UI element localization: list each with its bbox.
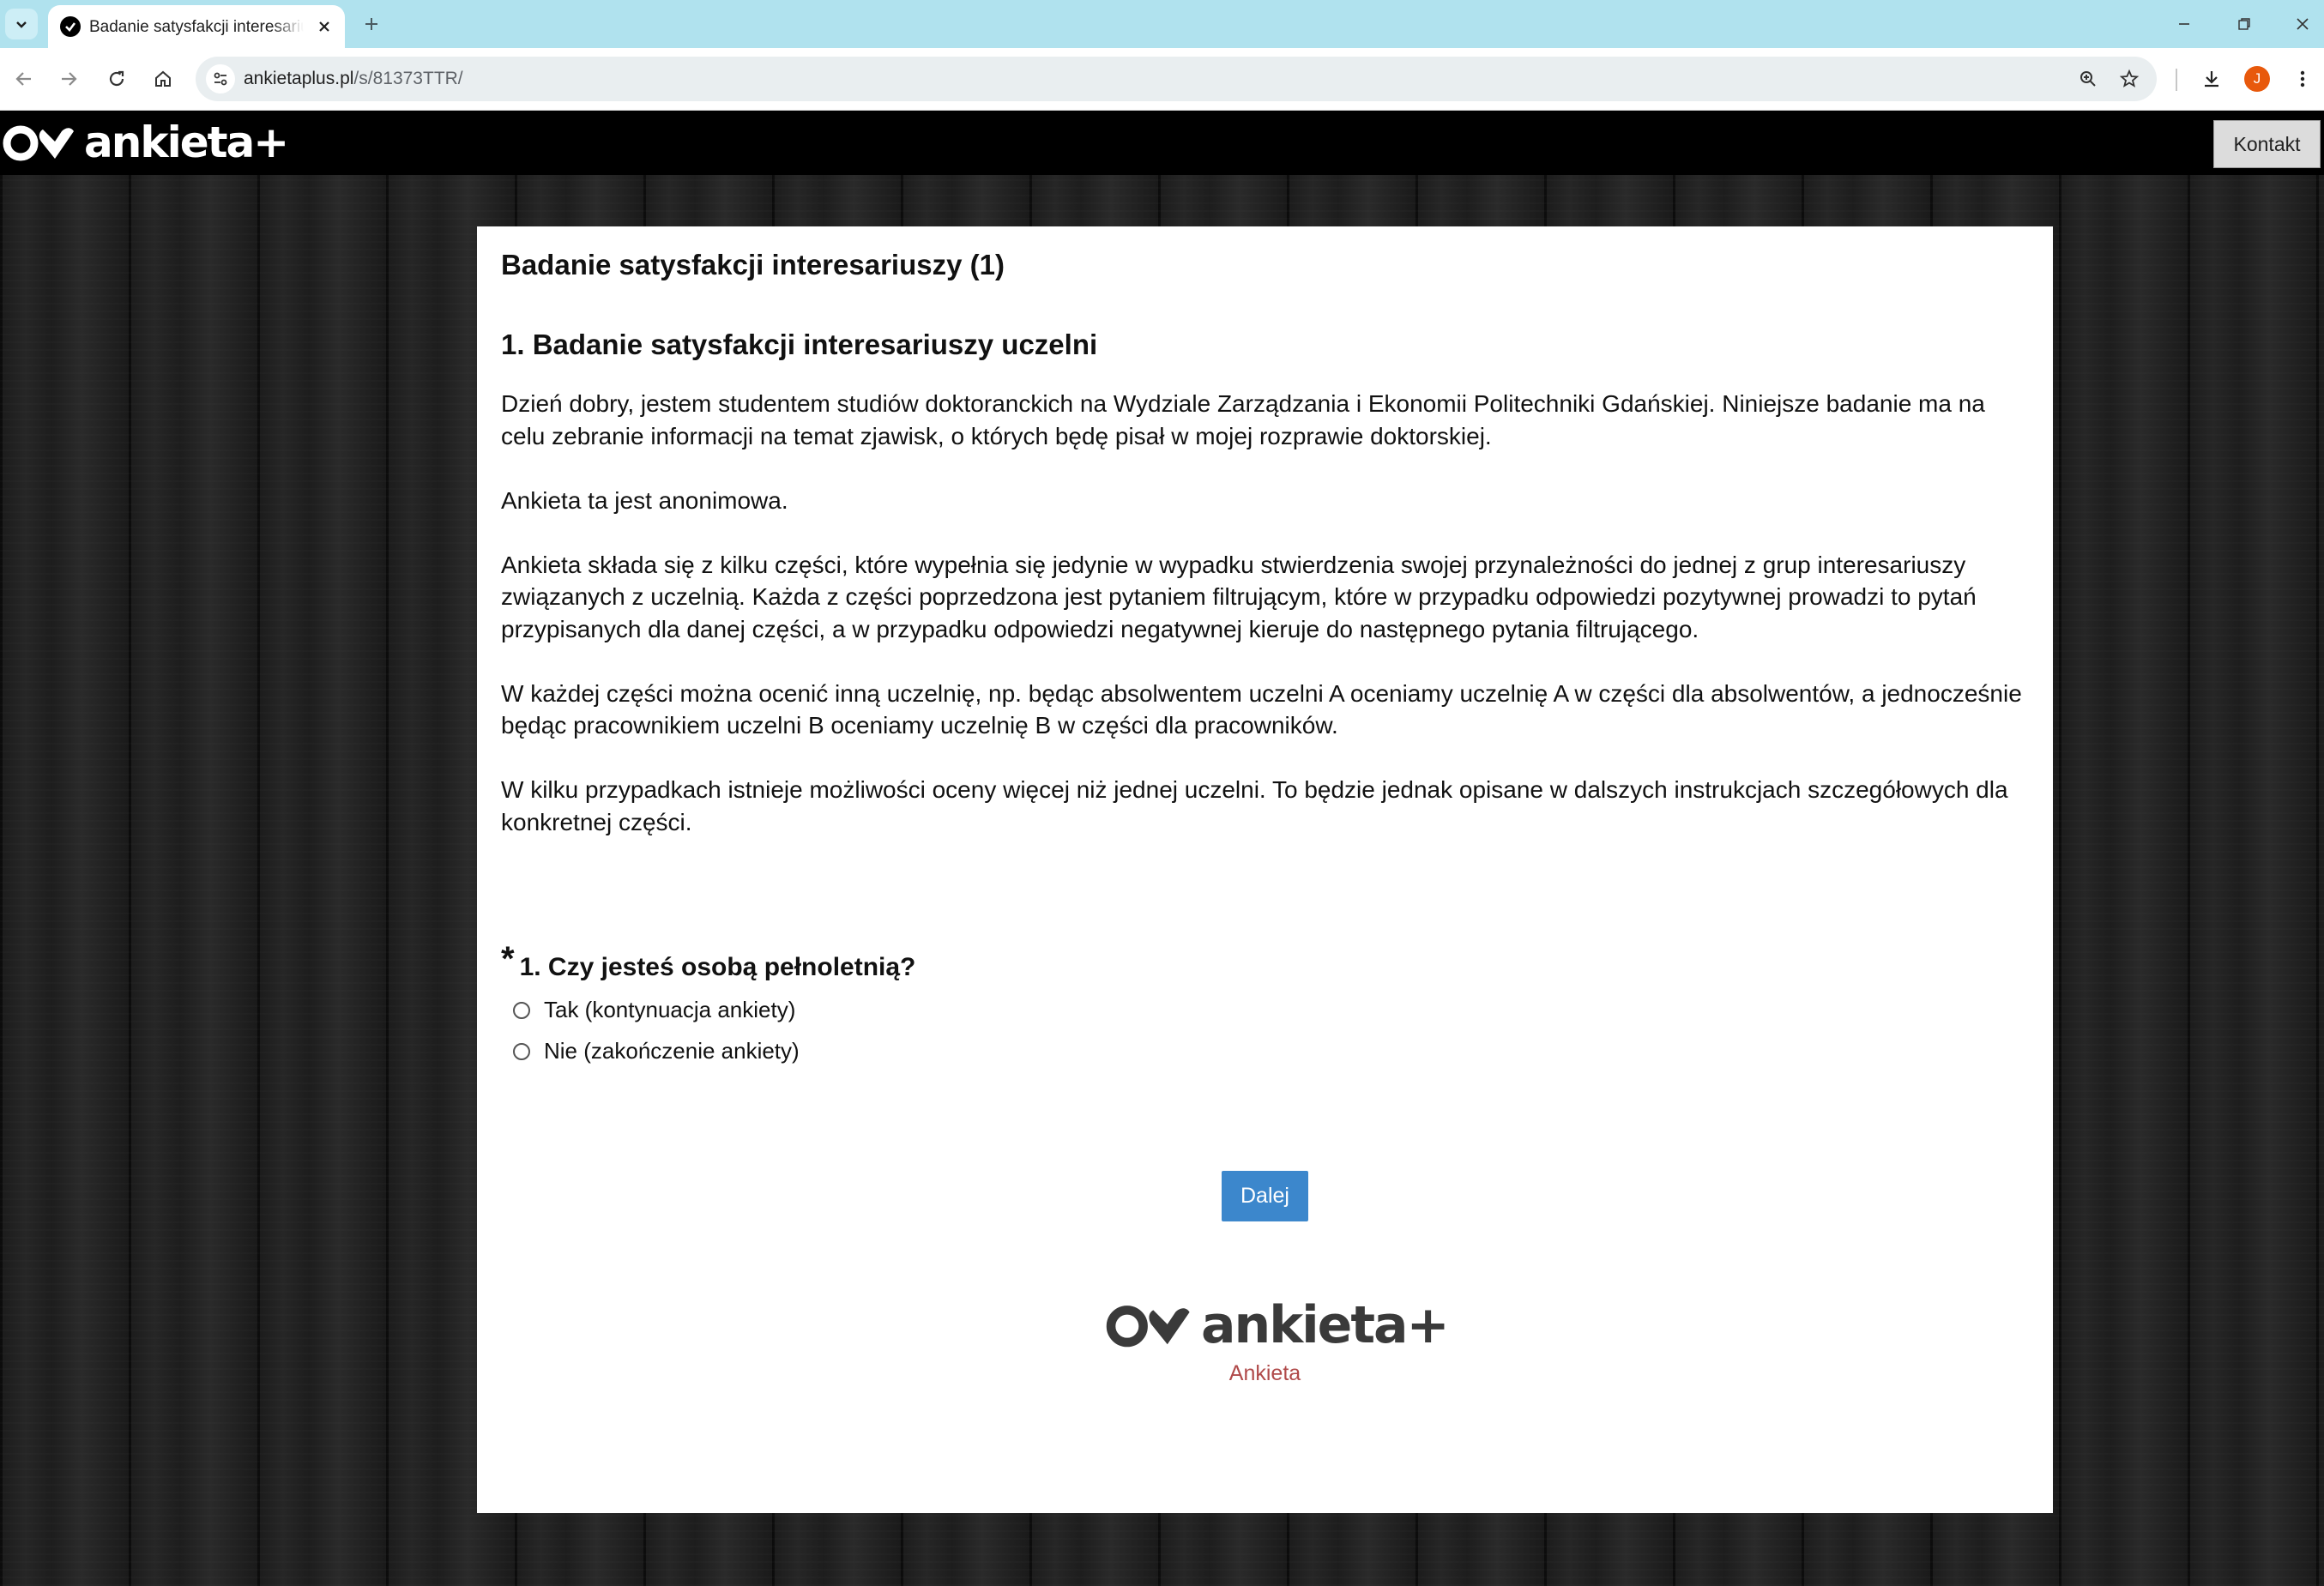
- footer-logo-mark-icon: [1106, 1306, 1190, 1348]
- footer-ankieta-link[interactable]: Ankieta: [477, 1361, 2053, 1386]
- intro-paragraph: Ankieta składa się z kilku części, które…: [501, 551, 1977, 642]
- chevron-down-icon: [16, 21, 27, 28]
- active-tab[interactable]: Badanie satysfakcji interesariuszy (1): [48, 5, 345, 48]
- contact-button[interactable]: Kontakt: [2213, 120, 2321, 168]
- url-host: ankietaplus.pl: [244, 69, 354, 88]
- downloads-icon[interactable]: [2196, 63, 2227, 94]
- restore-icon[interactable]: [2227, 10, 2261, 38]
- answer-option-no[interactable]: Nie (zakończenie ankiety): [513, 1038, 800, 1064]
- intro-paragraph: Ankieta ta jest anonimowa.: [501, 486, 788, 514]
- intro-text: Dzień dobry, jestem studentem studiów do…: [501, 388, 2028, 871]
- minimize-icon[interactable]: [2167, 10, 2201, 38]
- footer-logo-text: ankieta+: [1201, 1295, 1450, 1355]
- logo-text: ankieta+: [84, 118, 289, 167]
- site-logo[interactable]: ankieta+: [2, 118, 289, 167]
- intro-paragraph: W każdej części można ocenić inną uczeln…: [501, 679, 2022, 739]
- address-bar[interactable]: ankietaplus.pl/s/81373TTR/: [196, 57, 2157, 101]
- site-favicon-icon: [60, 16, 81, 37]
- question-label: * 1. Czy jesteś osobą pełnoletnią?: [501, 940, 915, 982]
- site-header: ankieta+ Kontakt: [0, 111, 2324, 175]
- tab-title: Badanie satysfakcji interesariuszy (1): [89, 18, 304, 36]
- next-button[interactable]: Dalej: [1222, 1171, 1308, 1221]
- answer-option-yes[interactable]: Tak (kontynuacja ankiety): [513, 997, 795, 1023]
- browser-toolbar: ankietaplus.pl/s/81373TTR/ J: [0, 48, 2324, 111]
- intro-paragraph: W kilku przypadkach istnieje możliwości …: [501, 776, 2008, 835]
- new-tab-plus-icon[interactable]: [359, 11, 384, 37]
- url-path: /s/81373TTR/: [353, 69, 463, 88]
- option-label: Nie (zakończenie ankiety): [544, 1038, 800, 1064]
- question-text: 1. Czy jesteś osobą pełnoletnią?: [519, 953, 916, 981]
- tab-search-button[interactable]: [5, 9, 38, 39]
- required-marker: *: [501, 940, 515, 978]
- back-arrow-icon[interactable]: [9, 63, 39, 94]
- close-window-icon[interactable]: [2285, 10, 2320, 38]
- radio-no[interactable]: [513, 1042, 530, 1060]
- site-info-icon[interactable]: [206, 64, 235, 93]
- radio-yes[interactable]: [513, 1001, 530, 1019]
- more-menu-icon[interactable]: [2287, 63, 2318, 94]
- close-tab-icon[interactable]: [312, 15, 336, 39]
- reload-icon[interactable]: [101, 63, 132, 94]
- forward-arrow-icon[interactable]: [53, 63, 84, 94]
- home-icon[interactable]: [148, 63, 178, 94]
- logo-mark-icon: [3, 125, 74, 161]
- survey-title: Badanie satysfakcji interesariuszy (1): [501, 249, 1005, 280]
- toolbar-divider: [2176, 69, 2177, 91]
- survey-card: Badanie satysfakcji interesariuszy (1) 1…: [477, 226, 2053, 1513]
- zoom-icon[interactable]: [2074, 65, 2102, 93]
- intro-paragraph: Dzień dobry, jestem studentem studiów do…: [501, 390, 1985, 449]
- footer-logo[interactable]: ankieta+: [1105, 1295, 1450, 1355]
- option-label: Tak (kontynuacja ankiety): [544, 997, 796, 1022]
- section-title: 1. Badanie satysfakcji interesariuszy uc…: [501, 329, 1098, 360]
- url-text: ankietaplus.pl/s/81373TTR/: [244, 68, 463, 90]
- browser-tab-bar: Badanie satysfakcji interesariuszy (1): [0, 0, 2324, 48]
- bookmark-star-icon[interactable]: [2116, 65, 2143, 93]
- profile-avatar[interactable]: J: [2244, 66, 2270, 92]
